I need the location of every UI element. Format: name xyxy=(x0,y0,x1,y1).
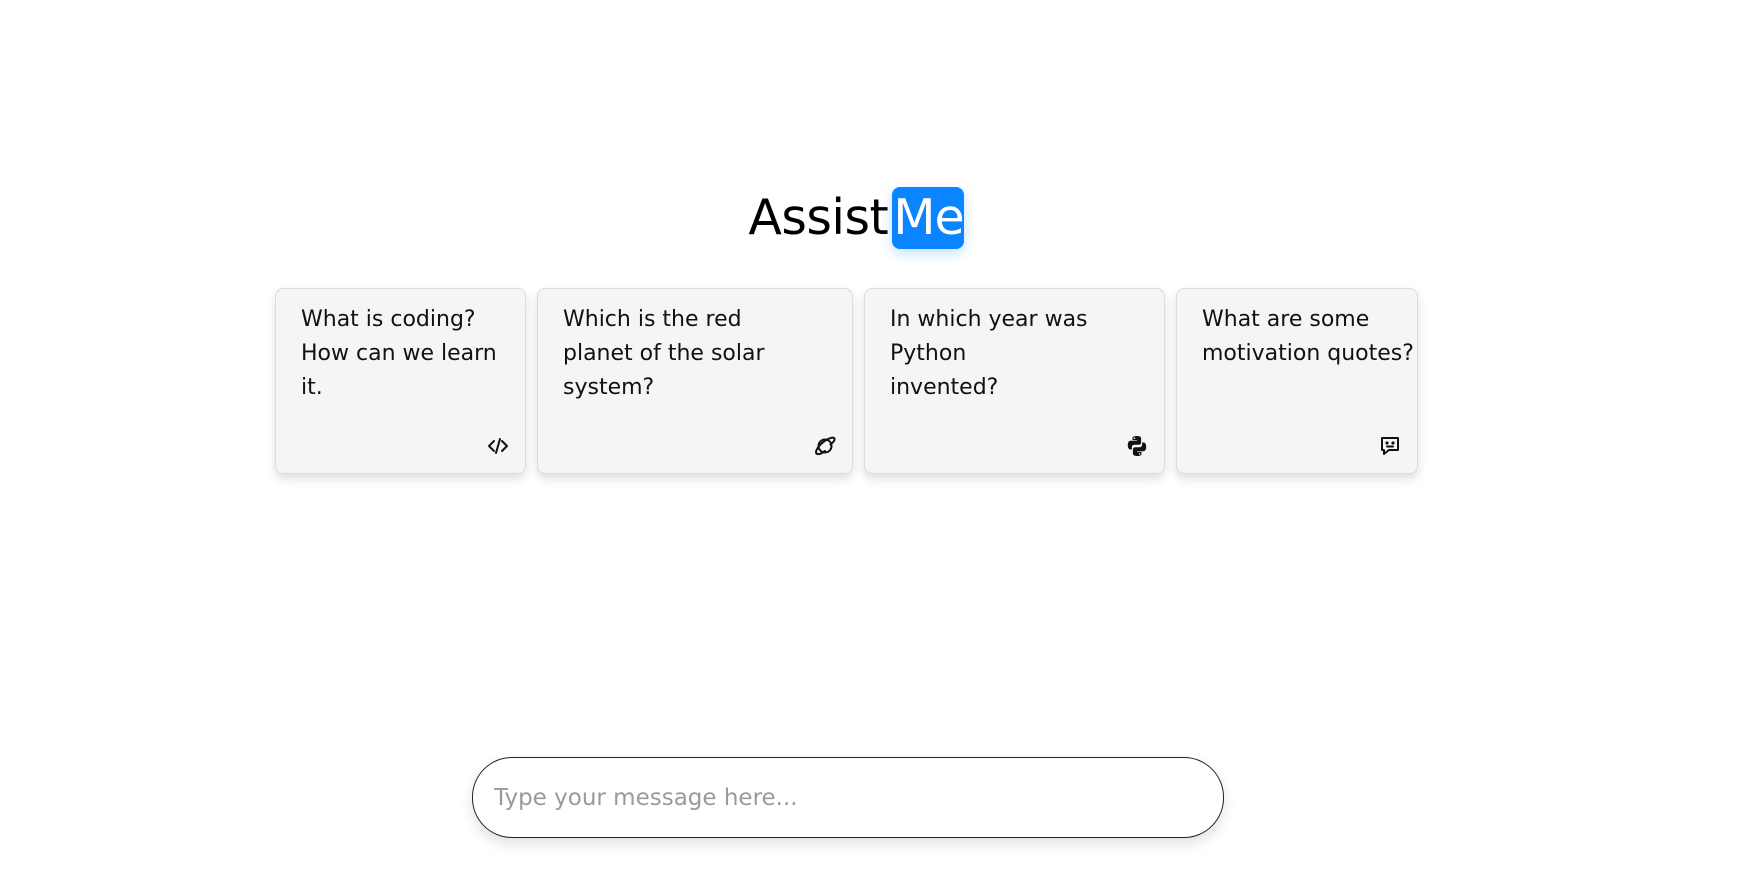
message-input[interactable] xyxy=(492,758,1196,838)
suggestion-card-text: What is coding? How can we learn it. xyxy=(301,307,497,400)
app-logo: Assist Me xyxy=(0,187,1748,249)
suggestion-card-text: What are some motivation quotes? xyxy=(1202,307,1414,366)
suggestion-cards: What is coding? How can we learn it. Whi… xyxy=(275,288,1418,474)
logo-text-me: Me xyxy=(892,187,965,249)
planet-icon xyxy=(813,434,837,458)
suggestion-card-python[interactable]: In which year was Python invented? xyxy=(864,288,1165,474)
page: Assist Me What is coding? How can we lea… xyxy=(0,0,1748,878)
code-icon xyxy=(486,434,510,458)
suggestion-card-text: Which is the red planet of the solar sys… xyxy=(563,307,765,400)
message-input-container xyxy=(472,757,1224,838)
suggestion-card-text: In which year was Python invented? xyxy=(890,307,1088,400)
suggestion-card-coding[interactable]: What is coding? How can we learn it. xyxy=(275,288,526,474)
suggestion-card-planet[interactable]: Which is the red planet of the solar sys… xyxy=(537,288,853,474)
suggestion-card-quotes[interactable]: What are some motivation quotes? xyxy=(1176,288,1418,474)
message-icon xyxy=(1378,434,1402,458)
logo-text-assist: Assist xyxy=(748,189,889,246)
python-icon xyxy=(1125,434,1149,458)
